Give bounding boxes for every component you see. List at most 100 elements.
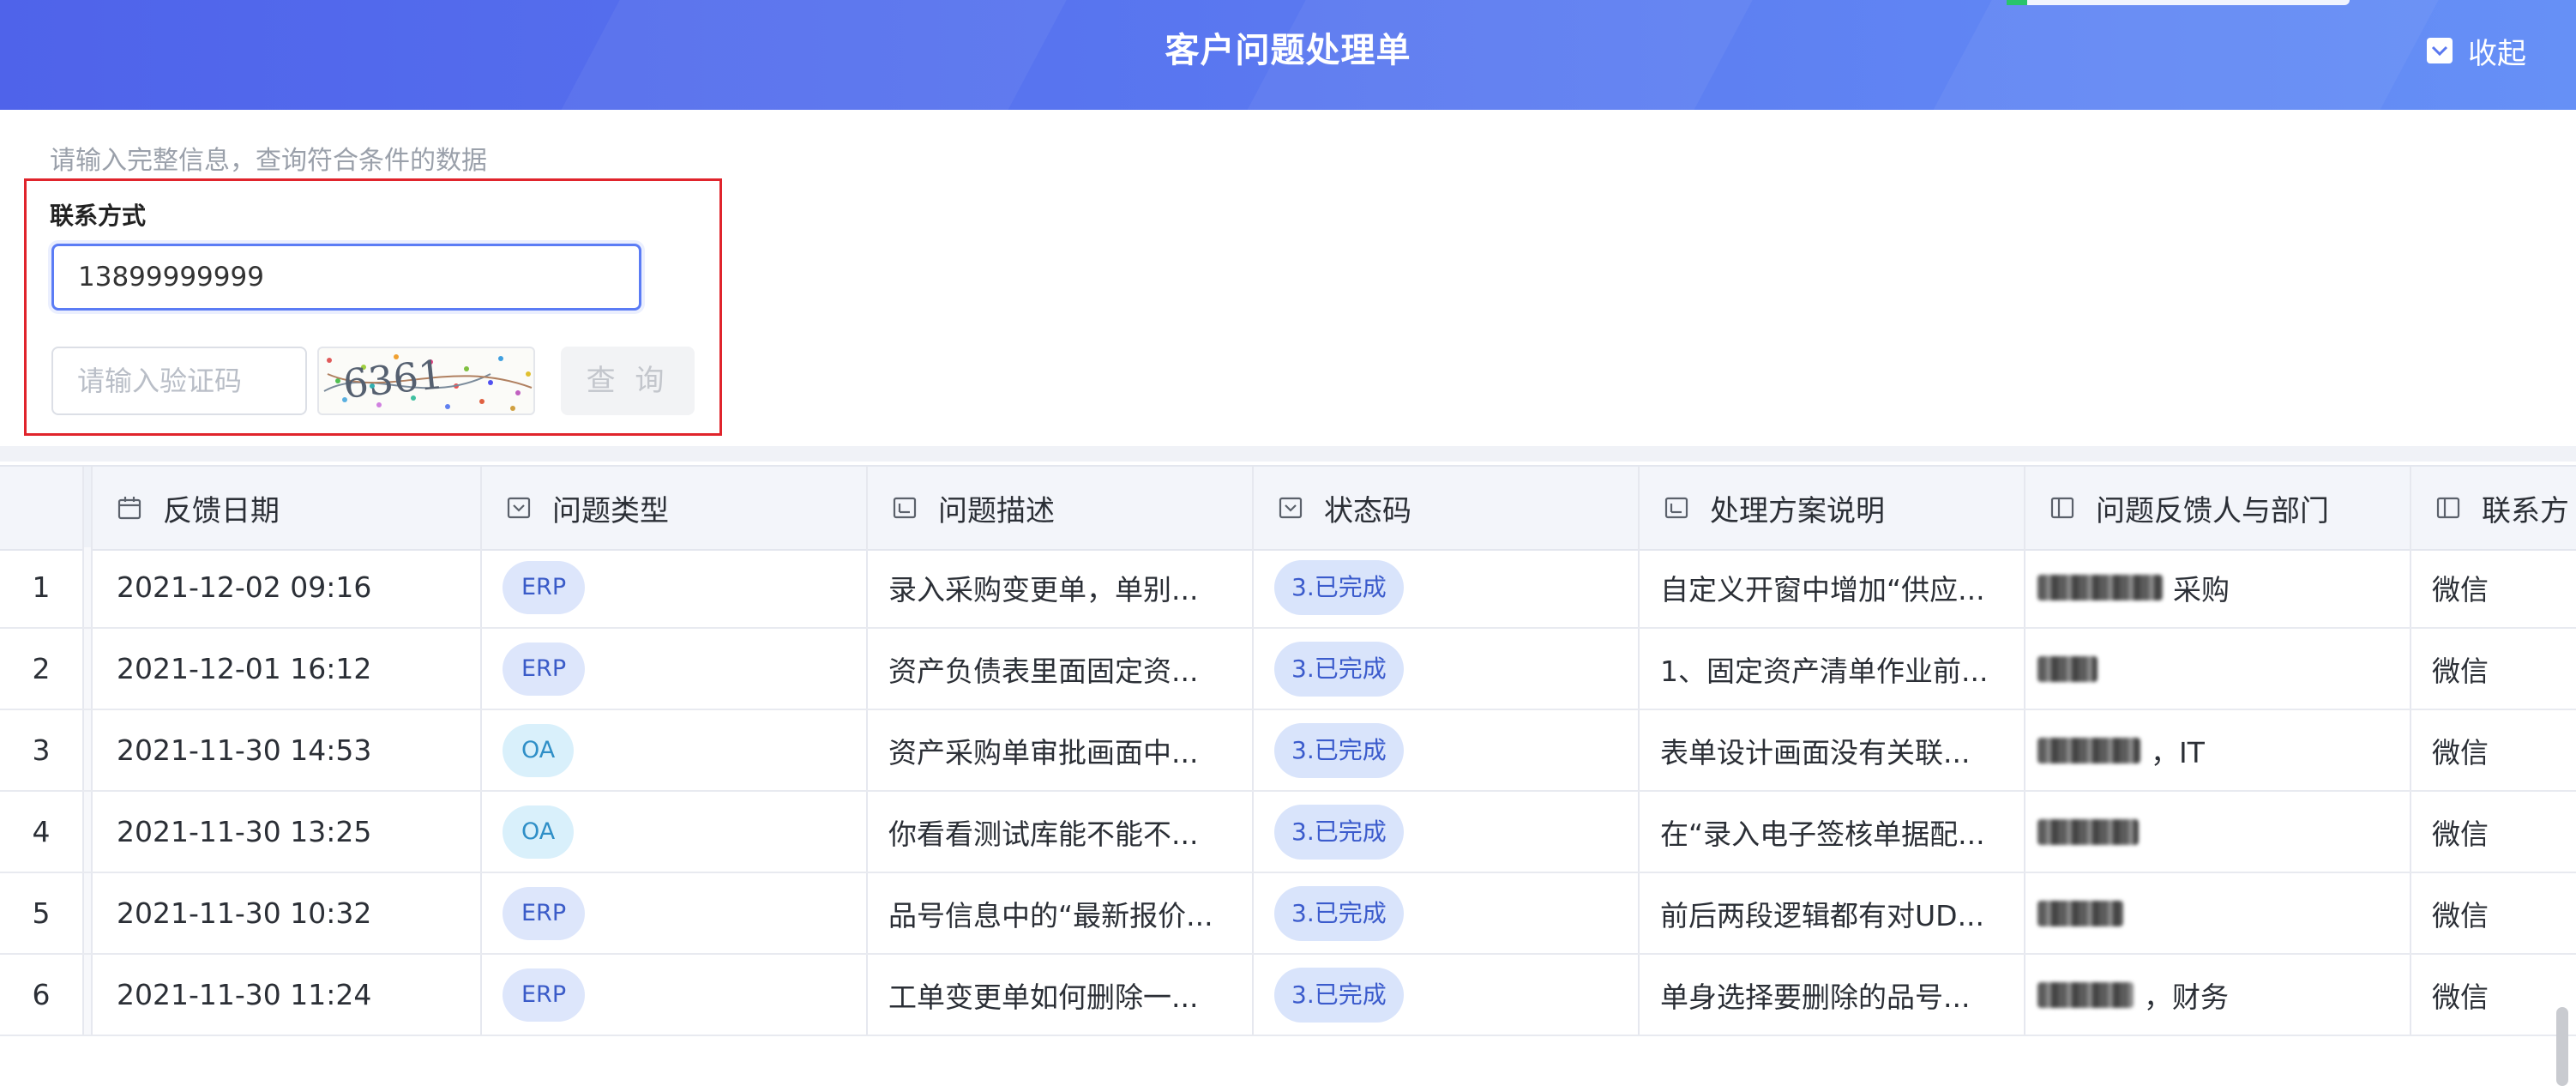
cell-reporter (2025, 873, 2411, 953)
captcha-image[interactable]: 6361 (317, 347, 535, 415)
column-header-solution[interactable]: 处理方案说明 (1640, 467, 2025, 549)
redacted-name (2037, 655, 2098, 682)
query-hint: 请输入完整信息，查询符合条件的数据 (50, 146, 487, 176)
cell-description: 你看看测试库能不能不... (868, 792, 1254, 872)
cell-contact: 微信 (2432, 735, 2489, 769)
captcha-input[interactable]: 请输入验证码 (51, 347, 307, 415)
row-separator (84, 955, 93, 1035)
cell-type: ERP (482, 547, 868, 627)
cell-status: 3.已完成 (1254, 629, 1640, 709)
cell-date: 2021-12-02 09:16 (93, 547, 482, 627)
contact-label: 联系方式 (50, 202, 147, 230)
status-badge: 3.已完成 (1274, 559, 1404, 615)
status-badge: 3.已完成 (1274, 885, 1404, 941)
reporter-department: 采购 (2173, 572, 2230, 606)
type-tag: OA (503, 723, 575, 777)
cell-description: 资产负债表里面固定资... (868, 629, 1254, 709)
query-panel: 请输入完整信息，查询符合条件的数据 联系方式 13899999999 请输入验证… (0, 110, 2576, 462)
data-table: 反馈日期 问题类型 问题描述 状态码 处理方案说明 问题反馈人与部门 联系方 1… (0, 462, 2576, 1086)
reporter-department: ，IT (2151, 735, 2205, 769)
row-separator (84, 547, 93, 627)
cell-reporter (2025, 792, 2411, 872)
column-header-description[interactable]: 问题描述 (868, 467, 1254, 549)
cell-description: 资产采购单审批画面中... (868, 710, 1254, 790)
text-field-icon (893, 497, 917, 519)
cell-solution: 前后两段逻辑都有对UD... (1640, 873, 2025, 953)
cell-solution: 自定义开窗中增加“供应... (1640, 547, 2025, 627)
column-header-label: 反馈日期 (163, 493, 280, 528)
page-title: 客户问题处理单 (1165, 31, 1411, 70)
type-tag: ERP (503, 560, 586, 614)
vertical-scrollbar[interactable] (2556, 1007, 2568, 1086)
column-header-contact[interactable]: 联系方 (2411, 467, 2576, 549)
column-header-reporter[interactable]: 问题反馈人与部门 (2025, 467, 2411, 549)
status-badge: 3.已完成 (1274, 722, 1404, 778)
cell-solution: 1、固定资产清单作业前... (1640, 629, 2025, 709)
text-field-icon (2436, 497, 2460, 519)
cell-description: 录入采购变更单，单别... (868, 547, 1254, 627)
cell-type: ERP (482, 955, 868, 1035)
redacted-name (2037, 900, 2123, 926)
captcha-text: 6361 (341, 351, 446, 407)
column-header-label: 状态码 (1324, 493, 1411, 528)
status-badge: 3.已完成 (1274, 967, 1404, 1023)
cell-status: 3.已完成 (1254, 792, 1640, 872)
calendar-icon (117, 497, 141, 520)
cell-contact: 微信 (2432, 980, 2489, 1014)
collapse-button[interactable]: 收起 (2427, 26, 2526, 75)
redacted-name (2037, 574, 2163, 600)
cell-date: 2021-11-30 13:25 (93, 792, 482, 872)
table-row[interactable]: 4 2021-11-30 13:25 OA 你看看测试库能不能不... 3.已完成 在“录… (0, 792, 2576, 873)
dropdown-icon (1279, 497, 1303, 519)
cell-contact: 微信 (2432, 817, 2489, 851)
cell-reporter: 采购 (2025, 547, 2411, 627)
type-tag: ERP (503, 886, 586, 940)
query-button[interactable]: 查 询 (561, 347, 695, 415)
type-tag: OA (503, 805, 575, 859)
status-badge: 3.已完成 (1274, 804, 1404, 860)
table-row[interactable]: 5 2021-11-30 10:32 ERP 品号信息中的“最新报价... 3.已完成 前… (0, 873, 2576, 955)
header-bar: 客户问题处理单 收起 (0, 0, 2576, 110)
cell-contact: 微信 (2432, 572, 2489, 606)
table-row[interactable]: 6 2021-11-30 11:24 ERP 工单变更单如何删除一... 3.已完成 单身… (0, 955, 2576, 1036)
dropdown-icon (507, 497, 531, 519)
contact-input[interactable]: 13899999999 (51, 244, 641, 311)
column-header-label: 处理方案说明 (1710, 493, 1885, 528)
table-header: 反馈日期 问题类型 问题描述 状态码 处理方案说明 问题反馈人与部门 联系方 (0, 465, 2576, 551)
reporter-department: ，财务 (2144, 980, 2229, 1014)
table-row[interactable]: 3 2021-11-30 14:53 OA 资产采购单审批画面中... 3.已完成 表单设… (0, 710, 2576, 792)
collapse-label: 收起 (2468, 36, 2526, 71)
redacted-name (2037, 818, 2139, 845)
header-separator (84, 467, 93, 549)
collapse-icon (2427, 38, 2453, 63)
redacted-name (2037, 737, 2140, 763)
cell-solution: 在“录入电子签核单据配... (1640, 792, 2025, 872)
row-separator (84, 629, 93, 709)
column-header-label: 联系方 (2482, 493, 2569, 528)
row-separator (84, 792, 93, 872)
column-header-type[interactable]: 问题类型 (482, 467, 868, 549)
text-field-icon (1664, 497, 1688, 519)
cell-type: OA (482, 710, 868, 790)
type-tag: ERP (503, 968, 586, 1022)
cell-status: 3.已完成 (1254, 873, 1640, 953)
row-separator (84, 710, 93, 790)
row-index: 2 (0, 629, 84, 709)
column-header-status[interactable]: 状态码 (1254, 467, 1640, 549)
cell-date: 2021-11-30 11:24 (93, 955, 482, 1035)
column-header-label: 问题描述 (938, 493, 1055, 528)
row-index: 3 (0, 710, 84, 790)
cell-type: ERP (482, 873, 868, 953)
row-index: 4 (0, 792, 84, 872)
column-header-date[interactable]: 反馈日期 (93, 467, 482, 549)
row-index: 6 (0, 955, 84, 1035)
cell-date: 2021-11-30 10:32 (93, 873, 482, 953)
header-index (0, 467, 84, 549)
cell-status: 3.已完成 (1254, 547, 1640, 627)
table-row[interactable]: 1 2021-12-02 09:16 ERP 录入采购变更单，单别... 3.已完成 自定… (0, 547, 2576, 629)
row-index: 1 (0, 547, 84, 627)
row-separator (84, 873, 93, 953)
cell-reporter (2025, 629, 2411, 709)
type-tag: ERP (503, 642, 586, 696)
table-row[interactable]: 2 2021-12-01 16:12 ERP 资产负债表里面固定资... 3.已完成 1、… (0, 629, 2576, 710)
